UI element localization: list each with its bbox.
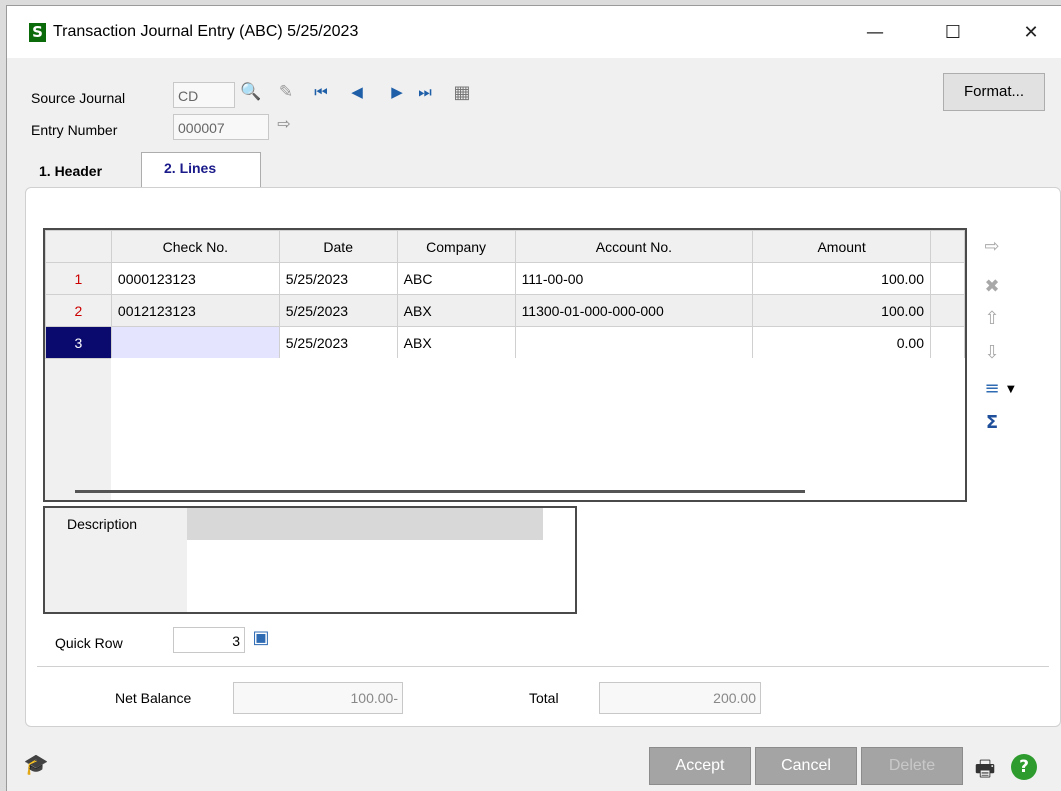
column-header-company[interactable]: Company	[396, 230, 516, 263]
total-label: Total	[529, 690, 559, 706]
delete-row-icon[interactable]: ✖	[979, 276, 1005, 300]
cell-amount[interactable]: 0.00	[752, 326, 931, 359]
lines-grid: Check No. Date Company Account No. Amoun…	[43, 228, 967, 502]
main-window: S Transaction Journal Entry (ABC) 5/25/2…	[6, 5, 1061, 791]
source-journal-field[interactable]: CD	[173, 82, 235, 108]
table-row[interactable]: 2 0012123123 5/25/2023 ABX 11300-01-000-…	[45, 294, 966, 327]
table-row[interactable]: 1 0000123123 5/25/2023 ABC 111-00-00 100…	[45, 262, 966, 295]
cell-check-no[interactable]: 0012123123	[110, 294, 280, 327]
cell-check-no[interactable]: 0000123123	[110, 262, 280, 295]
format-button[interactable]: Format...	[943, 73, 1045, 111]
cell-amount[interactable]: 100.00	[752, 294, 931, 327]
customize-columns-icon[interactable]: ≡	[979, 378, 1005, 402]
entry-number-label: Entry Number	[31, 122, 118, 138]
tab-lines[interactable]: 2. Lines	[141, 152, 261, 188]
customize-dropdown-arrow-icon[interactable]: ▼	[1007, 384, 1015, 395]
pencil-icon[interactable]: ✎	[275, 82, 297, 106]
cell-date[interactable]: 5/25/2023	[278, 262, 398, 295]
minimize-button[interactable]: —	[855, 16, 895, 50]
app-icon: S	[29, 23, 46, 42]
entry-number-field[interactable]: 000007	[173, 114, 269, 140]
window-title: Transaction Journal Entry (ABC) 5/25/202…	[53, 23, 359, 40]
divider	[37, 666, 1049, 667]
source-journal-label: Source Journal	[31, 90, 126, 106]
cell-account-no[interactable]: 11300-01-000-000-000	[514, 294, 754, 327]
maximize-button[interactable]: ☐	[933, 16, 973, 50]
column-header-date[interactable]: Date	[278, 230, 398, 263]
description-label: Description	[67, 516, 138, 532]
column-header-amount[interactable]: Amount	[752, 230, 931, 263]
cell-company[interactable]: ABC	[396, 262, 516, 295]
help-icon[interactable]: ?	[1011, 754, 1037, 780]
last-record-icon[interactable]: ⏭	[415, 83, 435, 105]
horizontal-scrollbar[interactable]	[75, 490, 805, 493]
net-balance-field: 100.00-	[233, 682, 403, 714]
description-box: Description	[43, 506, 577, 614]
row-number[interactable]: 3	[45, 326, 112, 359]
next-record-icon[interactable]: ▶	[387, 83, 407, 105]
learn-icon[interactable]: 🎓	[21, 752, 51, 780]
cancel-button[interactable]: Cancel	[755, 747, 857, 785]
close-button[interactable]: ✕	[1011, 16, 1051, 50]
cell-account-no[interactable]: 111-00-00	[514, 262, 754, 295]
column-header-check-no[interactable]: Check No.	[110, 230, 280, 263]
column-header-account-no[interactable]: Account No.	[514, 230, 754, 263]
accept-button[interactable]: Accept	[649, 747, 751, 785]
cell-date[interactable]: 5/25/2023	[278, 294, 398, 327]
cell-company[interactable]: ABX	[396, 294, 516, 327]
quick-row-icon[interactable]: ▣	[249, 627, 273, 651]
insert-row-icon[interactable]: ⇨	[979, 236, 1005, 260]
sigma-total-icon[interactable]: Σ	[979, 412, 1005, 436]
net-balance-label: Net Balance	[115, 690, 192, 706]
total-field: 200.00	[599, 682, 761, 714]
previous-record-icon[interactable]: ◀	[347, 83, 367, 105]
quick-row-field[interactable]: 3	[173, 627, 245, 653]
row-number[interactable]: 2	[45, 294, 112, 327]
column-header-spacer	[929, 230, 966, 263]
grid-empty-area	[111, 358, 965, 500]
search-icon[interactable]: 🔍	[239, 82, 263, 106]
move-row-up-icon[interactable]: ⇧	[979, 308, 1005, 332]
row-number[interactable]: 1	[45, 262, 112, 295]
cell-amount[interactable]: 100.00	[752, 262, 931, 295]
move-row-down-icon[interactable]: ⇩	[979, 342, 1005, 366]
table-row[interactable]: 3 5/25/2023 ABX 0.00	[45, 326, 966, 359]
cell-account-no[interactable]	[514, 326, 754, 359]
delete-button: Delete	[861, 747, 963, 785]
cell-date[interactable]: 5/25/2023	[278, 326, 398, 359]
next-number-icon[interactable]: ⇨	[273, 114, 295, 138]
quick-row-label: Quick Row	[55, 635, 123, 651]
description-field[interactable]	[187, 508, 543, 540]
cell-check-no[interactable]	[110, 326, 280, 359]
cell-spacer	[929, 294, 966, 327]
cell-spacer	[929, 262, 966, 295]
row-number-header	[45, 230, 112, 263]
cell-spacer	[929, 326, 966, 359]
first-record-icon[interactable]: ⏮	[311, 83, 331, 105]
tab-header[interactable]: 1. Header	[9, 156, 137, 188]
cell-company[interactable]: ABX	[396, 326, 516, 359]
calendar-icon[interactable]: ▦	[451, 82, 473, 106]
print-icon[interactable]: 🖶	[971, 752, 999, 782]
grid-header-row: Check No. Date Company Account No. Amoun…	[45, 230, 966, 263]
